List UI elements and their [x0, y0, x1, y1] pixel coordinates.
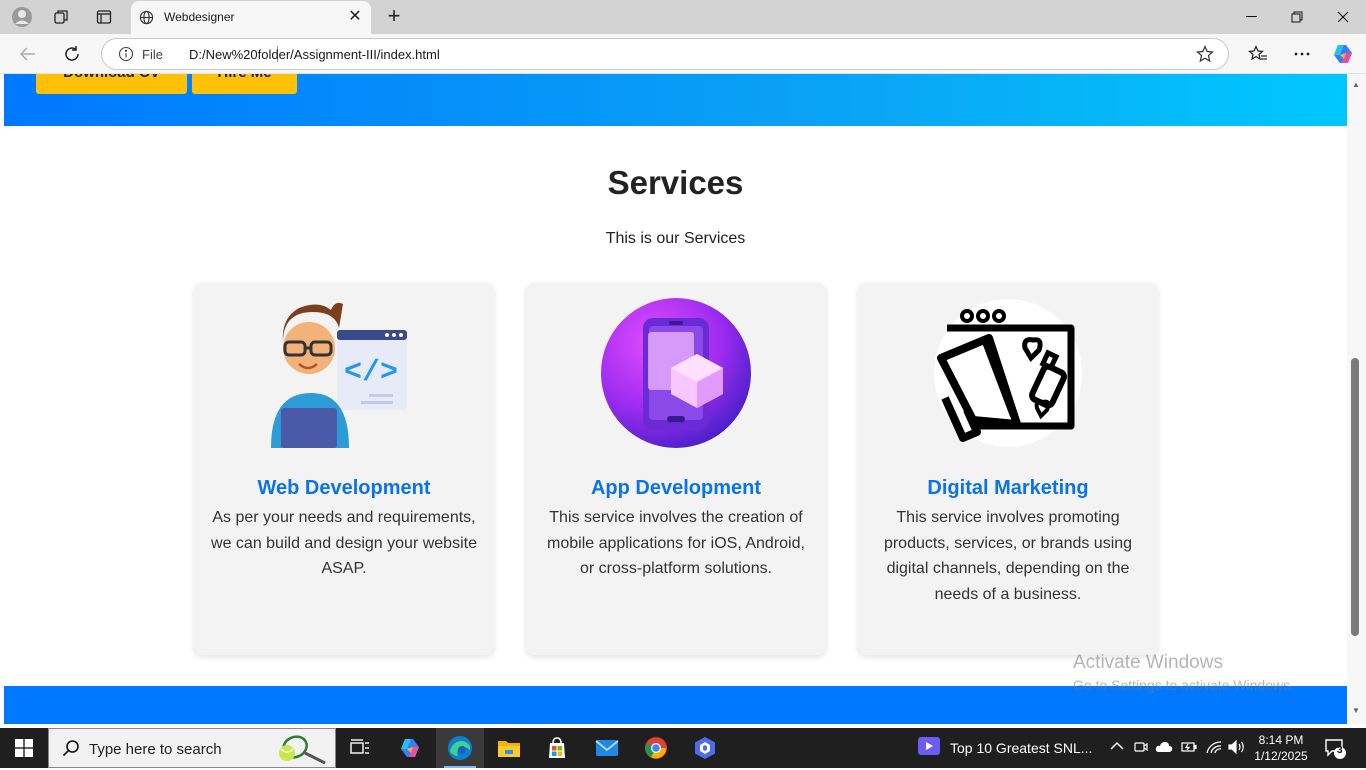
task-view-icon[interactable] [336, 728, 384, 768]
volume-icon[interactable] [1228, 739, 1246, 757]
chrome-icon[interactable] [632, 728, 680, 768]
favorites-icon[interactable] [1244, 40, 1272, 68]
minimize-button[interactable] [1228, 0, 1274, 34]
restore-button[interactable] [1274, 0, 1320, 34]
page-viewport: Download CV Hire Me Services This is our… [4, 74, 1347, 724]
scroll-down-arrow-icon[interactable]: ▼ [1352, 706, 1360, 715]
favorite-star-icon[interactable] [1196, 45, 1214, 68]
wifi-icon[interactable] [1206, 740, 1222, 757]
card-description-app-development: This service involves the creation of mo… [547, 509, 805, 577]
edge-browser-icon[interactable] [436, 728, 484, 768]
workspaces-icon[interactable] [48, 4, 76, 30]
card-description-digital-marketing: This service involves promoting products… [883, 509, 1133, 603]
card-title-web-development[interactable]: Web Development [194, 477, 494, 500]
battery-plug-icon[interactable] [1181, 740, 1197, 757]
address-scheme: File [142, 47, 163, 62]
notification-center-icon[interactable]: 3 [1324, 737, 1346, 762]
taskbar-search-box[interactable]: Type here to search [48, 728, 336, 768]
close-tab-icon[interactable]: ✕ [345, 7, 365, 27]
browser-toolbar: File D:/New%20folder/Assignment-III/inde… [0, 34, 1366, 74]
mail-icon[interactable] [583, 728, 631, 768]
windows-start-icon[interactable] [0, 728, 48, 768]
show-hidden-icons-chevron-icon[interactable] [1110, 739, 1124, 754]
video-play-icon [918, 736, 940, 760]
system-clock[interactable]: 8:14 PM 1/12/2025 [1252, 732, 1310, 764]
tennis-racket-icon [273, 733, 329, 770]
vertical-scrollbar[interactable]: ▲ ▼ [1347, 74, 1366, 724]
meet-now-icon[interactable] [1134, 740, 1148, 757]
service-card-app-development: App Development This service involves th… [526, 283, 826, 655]
onedrive-cloud-icon[interactable] [1155, 741, 1173, 756]
back-arrow-icon[interactable] [14, 40, 42, 68]
power-automate-icon[interactable] [681, 728, 729, 768]
address-url[interactable]: D:/New%20folder/Assignment-III/index.htm… [189, 47, 440, 62]
services-subtitle: This is our Services [605, 230, 746, 247]
card-description-web-development: As per your needs and requirements, we c… [211, 509, 477, 577]
notification-count-badge: 3 [1337, 745, 1343, 756]
copilot-icon[interactable] [1329, 40, 1357, 68]
hire-me-button[interactable]: Hire Me [192, 74, 297, 94]
card-title-app-development[interactable]: App Development [526, 477, 826, 500]
copilot-app-icon[interactable] [386, 728, 434, 768]
search-placeholder: Type here to search [89, 741, 222, 758]
address-bar[interactable]: File D:/New%20folder/Assignment-III/inde… [101, 38, 1229, 70]
new-tab-button[interactable]: + [382, 4, 406, 30]
news-headline: Top 10 Greatest SNL... [950, 740, 1093, 756]
scrollbar-thumb[interactable] [1351, 358, 1359, 636]
mobile-app-illustration-icon [601, 298, 751, 448]
service-card-digital-marketing: Digital Marketing This service involves … [858, 283, 1158, 655]
web-developer-illustration-icon: </> [269, 298, 419, 448]
activate-windows-hint: Go to Settings to activate Windows. [1073, 677, 1294, 693]
clock-time: 8:14 PM [1258, 733, 1304, 747]
microsoft-store-icon[interactable] [533, 728, 581, 768]
service-card-web-development: </> Web Development As per your needs an… [194, 283, 494, 655]
browser-tab[interactable]: Webdesigner ✕ [131, 1, 371, 34]
news-widget[interactable]: Top 10 Greatest SNL... [918, 728, 1092, 768]
refresh-icon[interactable] [58, 40, 86, 68]
file-explorer-icon[interactable] [485, 728, 533, 768]
profile-icon[interactable] [8, 4, 36, 30]
more-options-icon[interactable] [1288, 40, 1316, 68]
digital-marketing-illustration-icon [933, 298, 1083, 448]
search-icon [62, 739, 80, 762]
close-window-button[interactable] [1320, 0, 1366, 34]
tab-title: Webdesigner [164, 10, 235, 24]
hero-section: Download CV Hire Me [4, 74, 1347, 126]
clock-date: 1/12/2025 [1254, 749, 1308, 763]
download-cv-button[interactable]: Download CV [36, 74, 187, 94]
activate-windows-title: Activate Windows [1073, 652, 1223, 673]
info-icon[interactable] [118, 46, 134, 67]
services-heading: Services [607, 164, 744, 201]
svg-text:</>: </> [344, 356, 398, 390]
tab-actions-icon[interactable] [90, 4, 118, 30]
taskbar: Type here to search Top 10 Greatest SNL.… [0, 728, 1366, 768]
scroll-up-arrow-icon[interactable]: ▲ [1352, 80, 1360, 89]
globe-icon [139, 10, 154, 30]
card-title-digital-marketing[interactable]: Digital Marketing [858, 477, 1158, 500]
tab-strip: Webdesigner ✕ + [0, 0, 1366, 34]
